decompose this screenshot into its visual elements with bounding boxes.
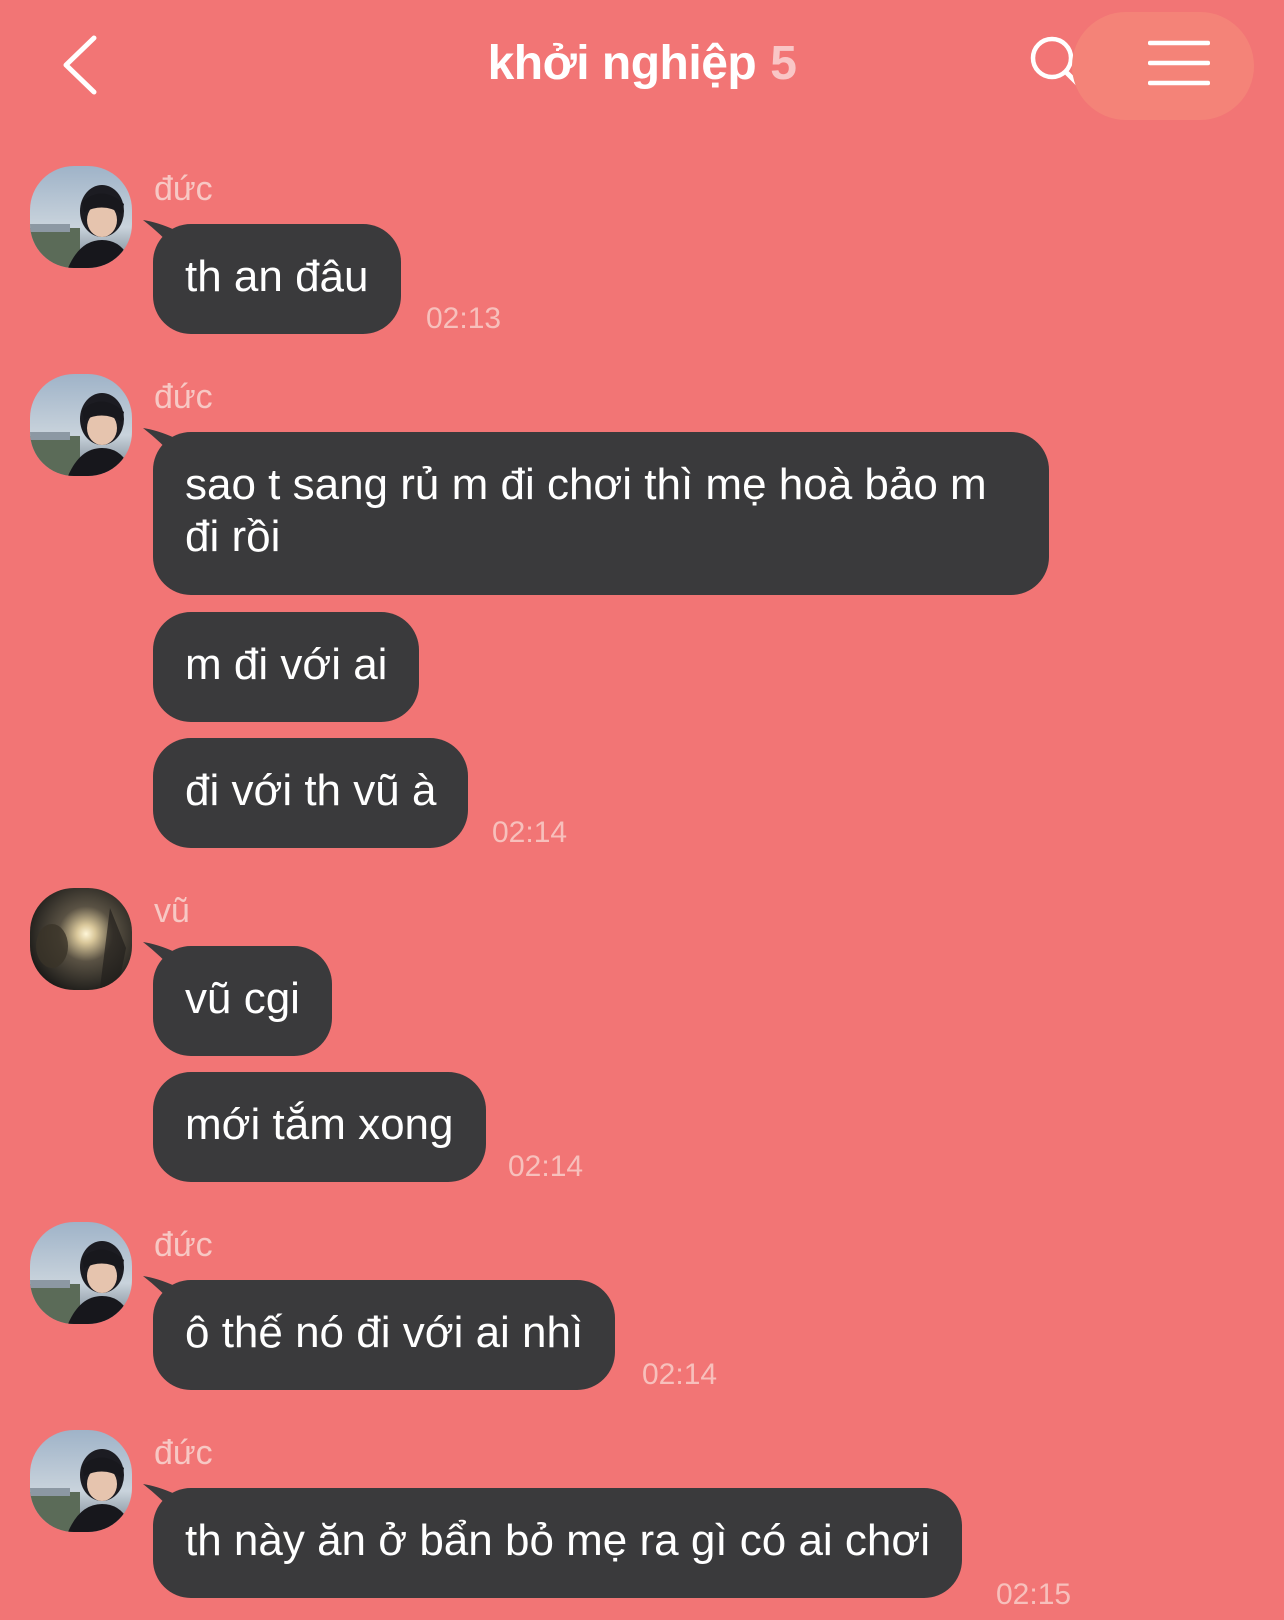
message-time: 02:14 xyxy=(508,1150,584,1183)
message-time: 02:14 xyxy=(492,816,568,849)
message-time: 02:13 xyxy=(426,302,502,335)
message-bubble[interactable]: đi với th vũ à xyxy=(153,738,469,848)
sender-name: đức xyxy=(154,170,213,208)
message-bubble[interactable]: mới tắm xong xyxy=(153,1072,486,1182)
message-bubble[interactable]: th an đâu xyxy=(153,224,401,334)
member-count: 5 xyxy=(770,37,797,90)
sender-name: đức xyxy=(154,378,213,416)
message-bubble[interactable]: th này ăn ở bẩn bỏ mẹ ra gì có ai chơi xyxy=(153,1488,963,1598)
avatar-duc[interactable] xyxy=(30,374,132,476)
message-bubble[interactable]: vũ cgi xyxy=(153,946,332,1056)
message-time: 02:15 xyxy=(996,1578,1072,1611)
sender-name: vũ xyxy=(154,892,190,930)
chat-header: khởi nghiệp 5 xyxy=(0,0,1284,140)
avatar-duc[interactable] xyxy=(30,1430,132,1532)
sender-name: đức xyxy=(154,1434,213,1472)
chat-name: khởi nghiệp xyxy=(487,37,757,90)
message-time: 02:14 xyxy=(642,1358,718,1391)
sender-name: đức xyxy=(154,1226,213,1264)
avatar-vu[interactable] xyxy=(30,888,132,990)
hamburger-menu-icon xyxy=(1147,40,1211,86)
avatar-duc[interactable] xyxy=(30,1222,132,1324)
message-bubble[interactable]: m đi với ai xyxy=(153,612,420,722)
message-bubble[interactable]: sao t sang rủ m đi chơi thì mẹ hoà bảo m… xyxy=(153,432,1049,595)
menu-button[interactable] xyxy=(1147,38,1211,88)
message-bubble[interactable]: ô thế nó đi với ai nhì xyxy=(153,1280,616,1390)
avatar-duc[interactable] xyxy=(30,166,132,268)
